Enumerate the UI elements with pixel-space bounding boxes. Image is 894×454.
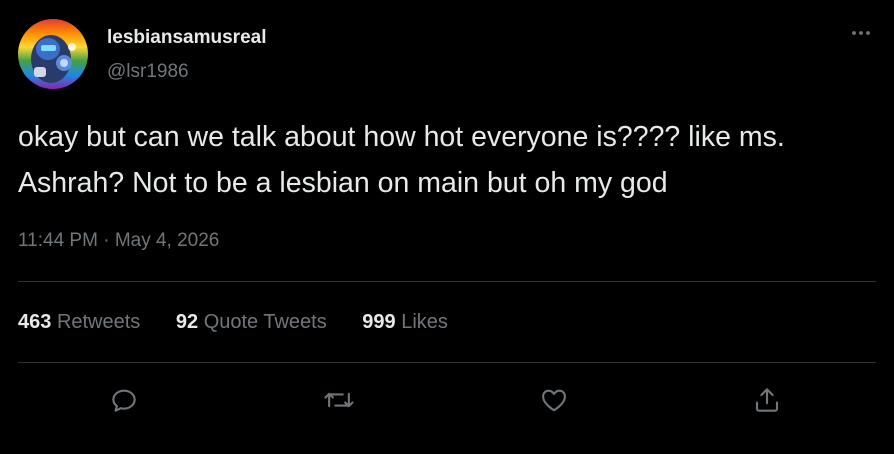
- divider: [18, 362, 876, 363]
- likes-label: Likes: [401, 311, 448, 333]
- likes-count: 999: [362, 311, 396, 333]
- more-options-button[interactable]: [846, 22, 876, 44]
- avatar[interactable]: [18, 19, 88, 89]
- engagement-stats: 463 Retweets 92 Quote Tweets 999 Likes: [18, 311, 478, 334]
- tweet-text: okay but can we talk about how hot every…: [18, 121, 785, 199]
- retweet-button[interactable]: [317, 378, 361, 422]
- retweets-stat[interactable]: 463 Retweets: [18, 311, 140, 334]
- display-name[interactable]: lesbiansamusreal: [107, 27, 266, 49]
- likes-stat[interactable]: 999 Likes: [362, 311, 448, 334]
- like-button[interactable]: [532, 378, 576, 422]
- user-handle[interactable]: @lsr1986: [107, 61, 189, 83]
- reply-icon: [112, 389, 136, 412]
- tweet-time: 11:44 PM: [18, 230, 98, 251]
- tweet-timestamp[interactable]: 11:44 PM · May 4, 2026: [18, 230, 219, 252]
- quote-tweets-stat[interactable]: 92 Quote Tweets: [176, 311, 327, 334]
- tweet-date: May 4, 2026: [114, 230, 220, 251]
- action-bar: [0, 378, 894, 422]
- quote-tweets-label: Quote Tweets: [203, 311, 327, 333]
- quote-tweets-count: 92: [175, 311, 199, 333]
- share-button[interactable]: [745, 378, 789, 422]
- retweets-label: Retweets: [56, 311, 141, 333]
- tweet-card: lesbiansamusreal @lsr1986 okay but can w…: [0, 0, 894, 454]
- divider: [18, 281, 876, 282]
- retweets-count: 463: [18, 311, 52, 333]
- timestamp-separator: ·: [103, 230, 110, 251]
- more-dots-icon: [852, 31, 870, 35]
- share-icon: [755, 388, 779, 412]
- reply-button[interactable]: [102, 378, 146, 422]
- heart-icon: [542, 389, 566, 412]
- retweet-icon: [324, 392, 354, 408]
- avatar-image: [18, 19, 88, 89]
